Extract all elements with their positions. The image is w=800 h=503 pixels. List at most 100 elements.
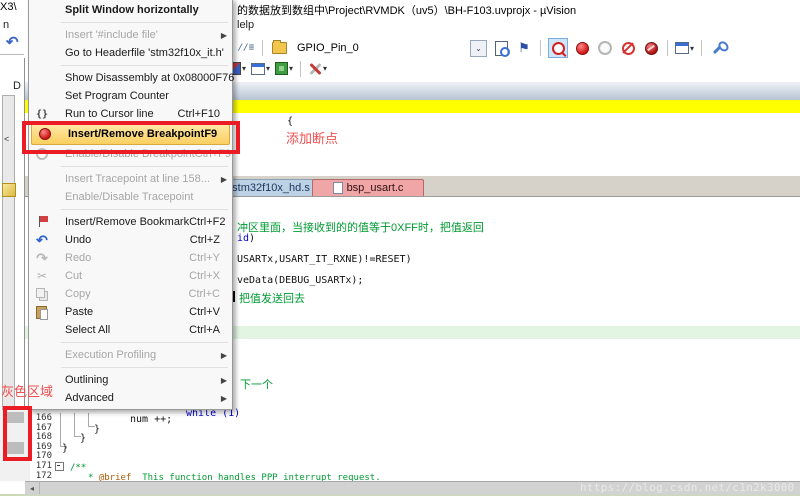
menu-item-label: Set Program Counter (65, 90, 169, 102)
configure-wrench-icon[interactable] (709, 39, 727, 57)
menu-icon-slot (29, 346, 55, 364)
code-fragment: 冲区里面，当接收到的的值等于0XFF时，把值返回 (237, 219, 484, 235)
editor-line: 168} (0, 432, 800, 444)
code-fragment: id) (237, 232, 255, 244)
find-dropdown-button[interactable]: ⌄ (470, 39, 487, 57)
menu-item-copy[interactable]: Copy Ctrl+C (29, 285, 232, 303)
line-number: 170 (35, 451, 52, 462)
menu-item-label: Redo (65, 252, 92, 264)
code-text: USARTx,USART_IT_RXNE)!=RESET) (237, 254, 412, 265)
memory-window-icon[interactable]: ▾ (251, 60, 270, 78)
disable-all-breakpoints-icon[interactable] (642, 39, 660, 57)
show-current-statement-button[interactable] (548, 38, 568, 58)
menu-item-undo[interactable]: Undo Ctrl+Z (29, 231, 232, 249)
panel-collapse-icon[interactable]: < (4, 134, 9, 144)
line-number: 167 (35, 422, 52, 433)
system-viewer-chip-icon[interactable]: ▾ (275, 60, 293, 78)
menu-separator (61, 166, 228, 167)
annotation-box-gray-area (3, 406, 32, 461)
code-text: 下一个 (240, 379, 273, 391)
toolbar-separator (300, 60, 302, 77)
submenu-arrow-icon (221, 31, 227, 40)
tab-stm32f10x-hd[interactable]: stm32f10x_hd.s (228, 179, 314, 196)
flash-tools-icon[interactable]: ▾ (308, 60, 327, 78)
menu-item-insert-tracepoint-at-line-158[interactable]: Insert Tracepoint at line 158... (29, 170, 232, 188)
comment-icon[interactable]: //≡ (237, 39, 255, 57)
menu-item-label: Paste (65, 306, 94, 318)
disable-breakpoint-icon[interactable] (596, 39, 614, 57)
open-folder-icon[interactable] (270, 39, 288, 57)
windows-menu-button[interactable]: ▾ (675, 39, 694, 57)
menu-item-set-program-counter[interactable]: Set Program Counter (29, 87, 232, 105)
line-number: 166 (35, 413, 52, 423)
scroll-left-icon[interactable] (25, 482, 40, 494)
toolbar-separator (262, 40, 263, 56)
left-panel-label: D (13, 80, 21, 92)
menu-icon-slot (29, 188, 55, 206)
menu-icon-slot (29, 87, 55, 105)
menu-icon-slot (29, 26, 55, 44)
menu-item-label: Cut (65, 270, 83, 282)
insert-breakpoint-icon[interactable] (573, 39, 591, 57)
menu-help[interactable]: lelp (237, 19, 254, 31)
menu-item-label: Select All (65, 324, 111, 336)
menu-item-redo[interactable]: Redo Ctrl+Y (29, 249, 232, 267)
menu-icon-slot (29, 170, 55, 188)
line-number: 171 (35, 461, 52, 471)
menu-item-advanced[interactable]: Advanced (29, 389, 232, 407)
menu-item-shortcut: Ctrl+V (189, 306, 220, 318)
menu-item-show-disassembly-at-0x08000f76[interactable]: Show Disassembly at 0x08000F76 (29, 69, 234, 87)
redo-icon (29, 249, 55, 267)
panel-divider (0, 54, 24, 55)
code-fragment: { (287, 115, 293, 127)
menu-item-split-window-horizontally[interactable]: Split Window horizontally (29, 1, 232, 19)
tab-bsp-usart[interactable]: bsp_usart.c (312, 179, 424, 196)
line-number: 172 (35, 470, 52, 481)
code-fragment: 把值发送回去 (239, 290, 305, 306)
code-text: veData(DEBUG_USARTx); (237, 275, 364, 286)
menu-item-outlining[interactable]: Outlining (29, 371, 232, 389)
find-combobox[interactable]: GPIO_Pin_0 (293, 42, 465, 54)
menu-icon-slot (29, 321, 55, 339)
menu-item-label: Undo (65, 234, 92, 246)
code-text: ) (249, 233, 256, 244)
code-text: 把值发送回去 (239, 293, 305, 305)
menu-item-insert-remove-bookmark[interactable]: Insert/Remove Bookmark Ctrl+F2 (29, 213, 232, 231)
copy-icon (29, 285, 55, 303)
menu-item-select-all[interactable]: Select All Ctrl+A (29, 321, 232, 339)
menu-item-shortcut: Ctrl+F2 (189, 216, 226, 228)
submenu-arrow-icon (221, 376, 227, 385)
editor-line: 172 * @brief This function handles PPP in… (0, 470, 800, 483)
menu-item-label: Execution Profiling (65, 349, 157, 361)
menu-item-insert-include-file[interactable]: Insert '#include file' (29, 26, 232, 44)
debug-flag-icon[interactable]: ⚑ (515, 39, 533, 57)
annotation-box-breakpoint (22, 121, 240, 154)
context-menu: Split Window horizontally Insert '#includ… (28, 0, 234, 410)
menu-item-paste[interactable]: Paste Ctrl+V (29, 303, 232, 321)
annotation-add-breakpoint: 添加断点 (286, 131, 339, 146)
menu-item-cut[interactable]: Cut Ctrl+X (29, 267, 232, 285)
menu-icon-slot (29, 69, 55, 87)
menubar-fragment-left[interactable]: n (3, 19, 9, 31)
menu-separator (61, 22, 228, 23)
submenu-arrow-icon (221, 394, 227, 403)
menu-item-label: Insert Tracepoint at line 158... (65, 173, 210, 185)
titlebar-title: 的数据放到数组中\Project\RVMDK（uv5）\BH-F103.uvpr… (237, 5, 577, 17)
code-text: id (237, 233, 250, 244)
menu-item-enable-disable-tracepoint[interactable]: Enable/Disable Tracepoint (29, 188, 232, 206)
submenu-arrow-icon (221, 351, 227, 360)
menu-item-go-to-headerfile-stm32f10x-it-h[interactable]: Go to Headerfile 'stm32f10x_it.h' (29, 44, 232, 62)
menu-item-label: Outlining (65, 374, 109, 386)
find-in-files-icon[interactable] (492, 39, 510, 57)
undo-toolbar-icon[interactable]: ↶ (6, 33, 19, 51)
menu-item-shortcut: Ctrl+X (189, 270, 220, 282)
toolbar-separator (540, 40, 541, 56)
menu-item-label: Advanced (65, 392, 114, 404)
menu-item-execution-profiling[interactable]: Execution Profiling (29, 346, 232, 364)
menu-item-label: Copy (65, 288, 91, 300)
menu-icon-slot (29, 44, 55, 62)
menu-separator (61, 209, 228, 210)
annotation-gray-area: 灰色区域 (1, 384, 54, 399)
menu-item-shortcut: Ctrl+F10 (177, 108, 221, 120)
kill-all-breakpoints-icon[interactable] (619, 39, 637, 57)
